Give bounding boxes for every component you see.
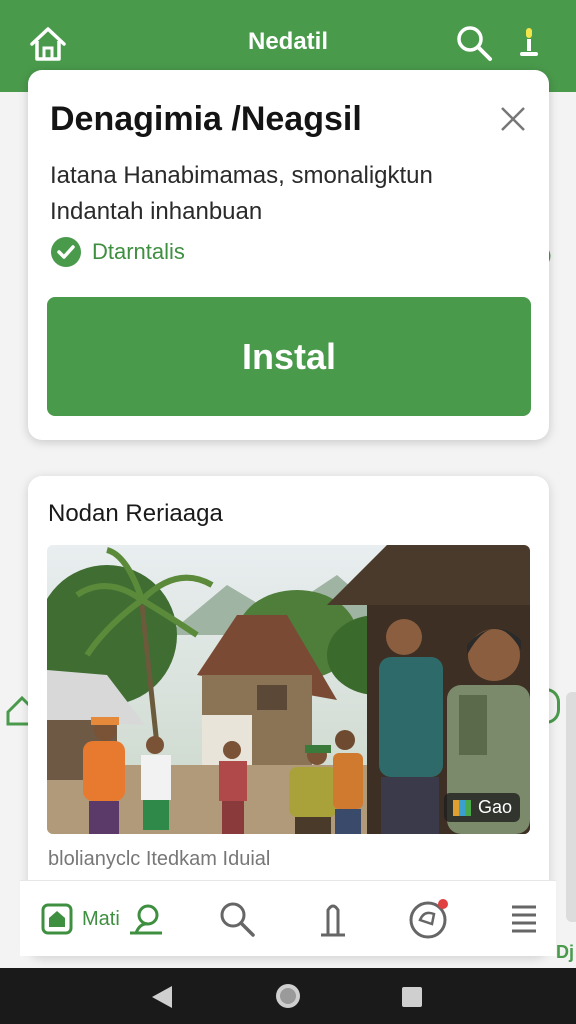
- badge-text: Gao: [477, 797, 512, 817]
- photo-count-badge: Gao: [443, 793, 520, 822]
- bookmark-icon: [321, 904, 345, 937]
- back-icon[interactable]: [150, 984, 174, 1010]
- close-icon[interactable]: [498, 104, 528, 134]
- gallery-icon: [452, 799, 471, 816]
- nav-home-label: Mati: [82, 907, 120, 930]
- app-description: Iatana Hanabimamas, smonaligktun Indanta…: [50, 158, 520, 230]
- search-icon[interactable]: [455, 24, 493, 62]
- village-photo[interactable]: Gao: [47, 545, 530, 834]
- install-button[interactable]: Instal: [47, 297, 531, 416]
- home-circle-icon[interactable]: [274, 982, 302, 1010]
- notifications-icon: [409, 899, 448, 939]
- section-title: Nodan Reriaaga: [48, 500, 223, 527]
- village-scene-image: [47, 545, 530, 834]
- check-circle-icon: [51, 237, 81, 267]
- bottom-navigation: Mati: [20, 880, 556, 956]
- mic-icon[interactable]: [515, 24, 543, 62]
- nav-home[interactable]: Mati: [40, 899, 164, 939]
- verified-label: Dtarntalis: [92, 239, 185, 264]
- description-line-1: Iatana Hanabimamas, smonaligktun: [50, 162, 433, 189]
- menu-icon: [512, 905, 536, 933]
- home-icon: [41, 903, 73, 935]
- nav-menu[interactable]: [510, 899, 538, 939]
- system-navigation-bar: [0, 968, 576, 1024]
- install-card: Denagimia /Neagsil Iatana Hanabimamas, s…: [28, 70, 549, 440]
- verified-badge: Dtarntalis: [50, 236, 185, 268]
- peek-next-label: Dj: [556, 942, 574, 962]
- profile-icon[interactable]: [128, 901, 164, 937]
- recents-icon[interactable]: [401, 986, 423, 1008]
- app-name: Denagimia /Neagsil: [50, 100, 362, 138]
- photo-caption: blolianyclc Itedkam Iduial: [48, 848, 271, 870]
- nav-search[interactable]: [218, 899, 256, 939]
- search-icon: [220, 902, 255, 937]
- peek-next-card: [566, 692, 576, 922]
- nav-notifications[interactable]: [408, 899, 450, 939]
- nav-bookmark[interactable]: [318, 899, 348, 939]
- description-line-2: Indantah inhanbuan: [50, 198, 263, 225]
